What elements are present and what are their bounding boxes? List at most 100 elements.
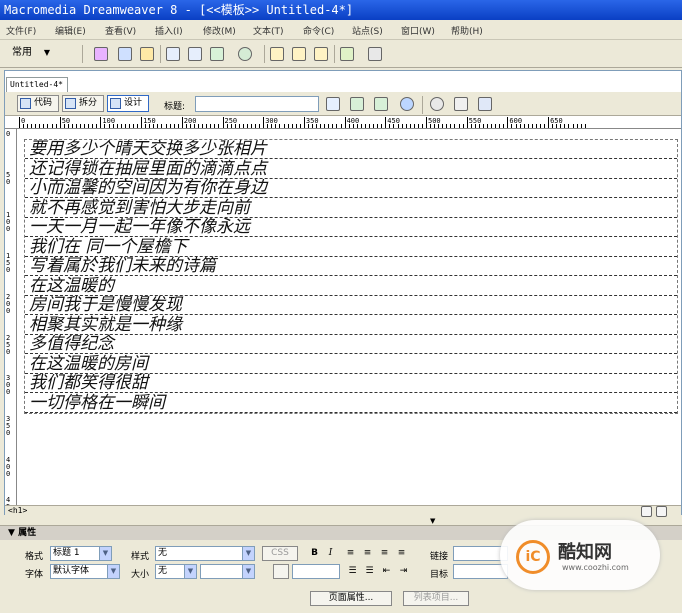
pointer-tool-icon[interactable]: [641, 506, 652, 517]
ruler-tick: [63, 124, 65, 128]
ruler-tick: [100, 117, 102, 128]
heading-line[interactable]: 一切停格在一瞬间: [29, 394, 675, 412]
ruler-tick: [84, 124, 86, 128]
outdent-icon[interactable]: ⇤: [381, 566, 392, 576]
heading-line[interactable]: 小而温馨的空间因为有你在身边: [29, 179, 675, 197]
tag-selector-h1[interactable]: <h1>: [8, 506, 27, 515]
unordered-list-icon[interactable]: ☰: [347, 566, 358, 576]
preview-in-browser-icon[interactable]: [350, 97, 364, 111]
watermark-title: 酷知网: [558, 542, 612, 563]
align-center-icon[interactable]: ≡: [362, 548, 373, 558]
align-left-icon[interactable]: ≡: [345, 548, 356, 558]
menu-window[interactable]: 窗口(W): [401, 24, 435, 37]
tag-chooser-icon[interactable]: [368, 47, 382, 61]
style-value: 无: [158, 548, 168, 558]
date-icon[interactable]: [270, 47, 284, 61]
font-select[interactable]: 默认字体 ▼: [50, 564, 120, 579]
code-view-label: 代码: [34, 98, 53, 108]
insert-category-label: 常用: [12, 47, 32, 58]
style-select[interactable]: 无 ▼: [155, 546, 255, 561]
hand-tool-icon[interactable]: [656, 506, 667, 517]
insert-category-dropdown[interactable]: 常用 ▼: [6, 44, 54, 62]
menu-text[interactable]: 文本(T): [253, 24, 284, 37]
templates-icon[interactable]: [340, 47, 354, 61]
menu-edit[interactable]: 编辑(E): [55, 24, 86, 37]
ruler-tick: [446, 124, 448, 128]
ruler-tick: [128, 124, 130, 128]
sync-icon[interactable]: [374, 97, 388, 111]
visual-aids-icon[interactable]: [478, 97, 492, 111]
ruler-tick: [145, 124, 147, 128]
align-right-icon[interactable]: ≡: [379, 548, 390, 558]
indent-icon[interactable]: ⇥: [398, 566, 409, 576]
ruler-tick: [246, 124, 248, 128]
ruler-tick: [250, 124, 252, 128]
page-properties-button[interactable]: 页面属性...: [310, 591, 392, 606]
document-tab[interactable]: Untitled-4*: [6, 77, 68, 92]
ruler-tick: [55, 124, 57, 128]
heading-line[interactable]: 在这温暖的房间: [29, 355, 675, 373]
comment-icon[interactable]: [292, 47, 306, 61]
image-icon[interactable]: [210, 47, 224, 61]
toolbar-separator: [264, 45, 265, 63]
heading-line[interactable]: 还记得锁在抽屉里面的滴滴点点: [29, 160, 675, 178]
heading-line[interactable]: 房间我于是慢慢发现: [29, 296, 675, 314]
ruler-tick: [531, 124, 533, 128]
justify-icon[interactable]: ≡: [396, 548, 407, 558]
vertical-ruler: 05 01 0 01 5 02 0 02 5 03 0 03 5 04 0 04…: [5, 129, 17, 518]
list-item-button[interactable]: 列表项目...: [403, 591, 469, 606]
text-color-input[interactable]: [292, 564, 340, 579]
heading-line[interactable]: 就不再感觉到害怕大步走向前: [29, 199, 675, 217]
menu-modify[interactable]: 修改(M): [203, 24, 236, 37]
bold-button[interactable]: B: [309, 548, 320, 558]
page-title-input[interactable]: [195, 96, 319, 112]
ordered-list-icon[interactable]: ☰: [364, 566, 375, 576]
heading-line[interactable]: 要用多少个晴天交换多少张相片: [29, 140, 675, 158]
ruler-tick: [149, 124, 151, 128]
heading-line[interactable]: 多值得纪念: [29, 335, 675, 353]
media-icon[interactable]: [238, 47, 252, 61]
heading-line[interactable]: 在这温暖的: [29, 277, 675, 295]
ruler-tick: [35, 124, 37, 128]
css-button[interactable]: CSS: [262, 546, 298, 561]
refresh-icon[interactable]: [430, 97, 444, 111]
menu-commands[interactable]: 命令(C): [303, 24, 334, 37]
heading-line[interactable]: 相聚其实就是一种缘: [29, 316, 675, 334]
named-anchor-icon[interactable]: [140, 47, 154, 61]
heading-line[interactable]: 写着属於我们未来的诗篇: [29, 257, 675, 275]
heading-text-block[interactable]: 要用多少个晴天交换多少张相片 还记得锁在抽屉里面的滴滴点点 小而温馨的空间因为有你在…: [24, 139, 678, 414]
view-options-icon[interactable]: [454, 97, 468, 111]
code-view-button[interactable]: 代码: [17, 95, 59, 112]
server-side-include-icon[interactable]: [314, 47, 328, 61]
ruler-tick: [560, 124, 562, 128]
format-select[interactable]: 标题 1 ▼: [50, 546, 112, 561]
file-management-icon[interactable]: [326, 97, 340, 111]
heading-line[interactable]: 一天一月一起一年像不像永远: [29, 218, 675, 236]
email-link-icon[interactable]: [118, 47, 132, 61]
table-icon[interactable]: [166, 47, 180, 61]
size-select[interactable]: 无 ▼: [155, 564, 197, 579]
size-unit-select[interactable]: ▼: [200, 564, 255, 579]
menu-help[interactable]: 帮助(H): [451, 24, 483, 37]
design-view-button[interactable]: 设计: [107, 95, 149, 112]
heading-line[interactable]: 我们在 同一个屋檐下: [29, 238, 675, 256]
layer-icon[interactable]: [188, 47, 202, 61]
design-icon: [110, 98, 121, 109]
italic-button[interactable]: I: [325, 548, 336, 558]
text-color-button[interactable]: [273, 564, 289, 579]
heading-line[interactable]: 我们都笑得很甜: [29, 374, 675, 392]
ruler-tick: [556, 124, 558, 128]
browser-check-icon[interactable]: [400, 97, 414, 111]
ruler-tick: [206, 124, 208, 128]
menu-file[interactable]: 文件(F): [6, 24, 36, 37]
menu-insert[interactable]: 插入(I): [155, 24, 183, 37]
ruler-label: 2 0 0: [6, 292, 11, 315]
collapse-arrow-icon[interactable]: ▼: [430, 517, 435, 525]
menu-view[interactable]: 查看(V): [105, 24, 136, 37]
target-select[interactable]: [453, 564, 508, 579]
split-view-button[interactable]: 拆分: [62, 95, 104, 112]
hyperlink-icon[interactable]: [94, 47, 108, 61]
toolbar-separator: [334, 45, 335, 63]
ruler-tick: [267, 124, 269, 128]
menu-site[interactable]: 站点(S): [352, 24, 383, 37]
